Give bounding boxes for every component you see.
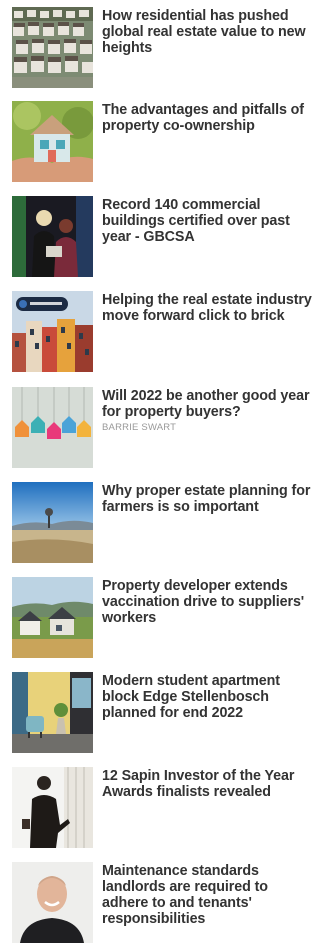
- article-text: Helping the real estate industry move fo…: [102, 292, 314, 324]
- businessman-silhouette-thumbnail[interactable]: [12, 767, 93, 848]
- article-text: Why proper estate planning for farmers i…: [102, 483, 314, 515]
- article-text: How residential has pushed global real e…: [102, 8, 314, 56]
- article-text: Property developer extends vaccination d…: [102, 578, 314, 626]
- article-title[interactable]: Helping the real estate industry move fo…: [102, 292, 314, 324]
- article-title[interactable]: How residential has pushed global real e…: [102, 8, 314, 56]
- article-title[interactable]: Property developer extends vaccination d…: [102, 578, 314, 626]
- article-text: The advantages and pitfalls of property …: [102, 102, 314, 134]
- article-item[interactable]: Property developer extends vaccination d…: [0, 577, 316, 659]
- article-text: 12 Sapin Investor of the Year Awards fin…: [102, 768, 314, 800]
- article-title[interactable]: Why proper estate planning for farmers i…: [102, 483, 314, 515]
- article-title[interactable]: Maintenance standards landlords are requ…: [102, 863, 314, 927]
- article-text: Will 2022 be another good year for prope…: [102, 388, 314, 433]
- farmland-landscape-thumbnail[interactable]: [12, 482, 93, 563]
- article-item[interactable]: 12 Sapin Investor of the Year Awards fin…: [0, 767, 316, 849]
- colorful-townhouses-thumbnail[interactable]: [12, 291, 93, 372]
- article-text: Maintenance standards landlords are requ…: [102, 863, 314, 927]
- author-byline[interactable]: BARRIE SWART: [102, 422, 314, 433]
- article-item[interactable]: Maintenance standards landlords are requ…: [0, 862, 316, 944]
- article-title[interactable]: The advantages and pitfalls of property …: [102, 102, 314, 134]
- article-title[interactable]: Modern student apartment block Edge Stel…: [102, 673, 314, 721]
- smiling-man-portrait-thumbnail[interactable]: [12, 862, 93, 943]
- article-text: Record 140 commercial buildings certifie…: [102, 197, 314, 245]
- article-title[interactable]: 12 Sapin Investor of the Year Awards fin…: [102, 768, 314, 800]
- article-title[interactable]: Record 140 commercial buildings certifie…: [102, 197, 314, 245]
- article-title[interactable]: Will 2022 be another good year for prope…: [102, 388, 314, 420]
- article-item[interactable]: Modern student apartment block Edge Stel…: [0, 672, 316, 754]
- article-item[interactable]: How residential has pushed global real e…: [0, 7, 316, 89]
- article-item[interactable]: Record 140 commercial buildings certifie…: [0, 196, 316, 278]
- article-item[interactable]: The advantages and pitfalls of property …: [0, 101, 316, 183]
- article-item[interactable]: Why proper estate planning for farmers i…: [0, 482, 316, 564]
- award-ceremony-women-thumbnail[interactable]: [12, 196, 93, 277]
- article-text: Modern student apartment block Edge Stel…: [102, 673, 314, 721]
- housing-development-thumbnail[interactable]: [12, 577, 93, 658]
- apartment-interior-thumbnail[interactable]: [12, 672, 93, 753]
- hanging-paper-houses-thumbnail[interactable]: [12, 387, 93, 468]
- toy-house-in-hands-thumbnail[interactable]: [12, 101, 93, 182]
- article-item[interactable]: Will 2022 be another good year for prope…: [0, 387, 316, 469]
- article-item[interactable]: Helping the real estate industry move fo…: [0, 291, 316, 373]
- suburban-houses-aerial-thumbnail[interactable]: [12, 7, 93, 88]
